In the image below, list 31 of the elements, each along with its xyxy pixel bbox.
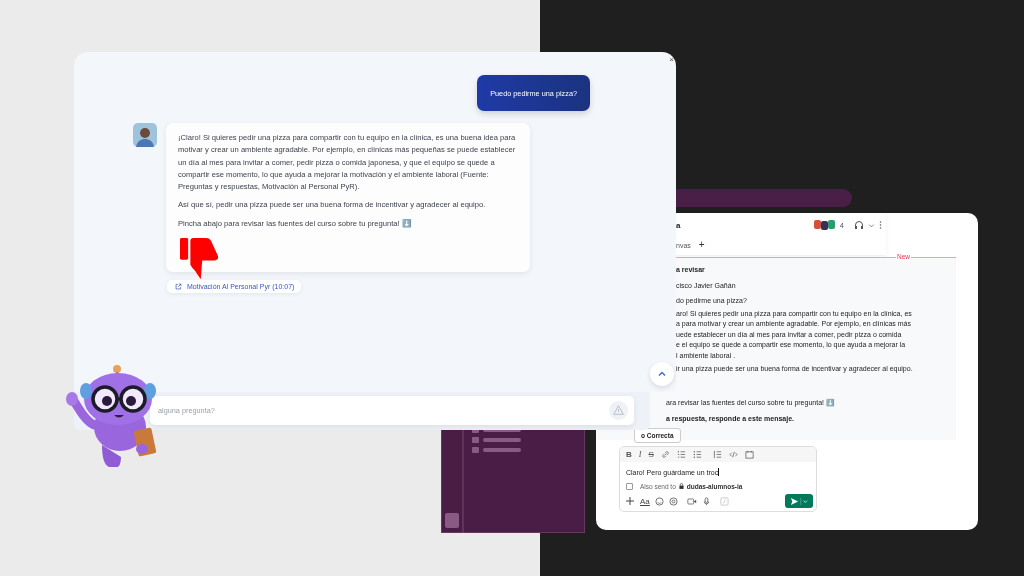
format-button[interactable]: S <box>648 450 654 459</box>
scroll-up-button[interactable] <box>650 362 674 386</box>
numbered-list-icon[interactable] <box>676 450 686 459</box>
quote-icon[interactable] <box>712 450 722 459</box>
format-button[interactable]: I <box>638 450 642 459</box>
caret-icon[interactable] <box>868 221 875 229</box>
microphone-icon[interactable] <box>701 496 711 506</box>
send-button[interactable] <box>785 494 813 508</box>
external-link-icon <box>175 283 182 290</box>
lock-icon <box>678 483 684 489</box>
member-avatars-icon[interactable] <box>813 220 836 230</box>
format-button[interactable]: B <box>626 450 632 459</box>
mention-icon[interactable] <box>668 496 678 506</box>
more-icon[interactable] <box>879 220 882 230</box>
code-icon[interactable] <box>728 450 738 459</box>
video-icon[interactable] <box>686 496 697 506</box>
headphones-icon[interactable] <box>854 220 864 230</box>
avatar-icon <box>133 123 157 147</box>
checkbox[interactable] <box>626 482 633 490</box>
code-block-icon[interactable] <box>744 450 754 459</box>
chevron-up-icon <box>657 369 667 379</box>
channel-name: a <box>676 220 681 230</box>
text-style-button[interactable]: Aa <box>640 496 650 506</box>
send-icon <box>789 496 809 506</box>
close-button[interactable]: × <box>669 56 674 64</box>
emoji-icon[interactable] <box>654 496 664 506</box>
plus-icon[interactable] <box>625 496 635 506</box>
add-tab-button[interactable]: + <box>698 240 705 250</box>
thumbs-down-icon <box>180 238 220 280</box>
bullet-list-icon[interactable] <box>692 450 702 459</box>
link-icon[interactable] <box>660 450 670 459</box>
